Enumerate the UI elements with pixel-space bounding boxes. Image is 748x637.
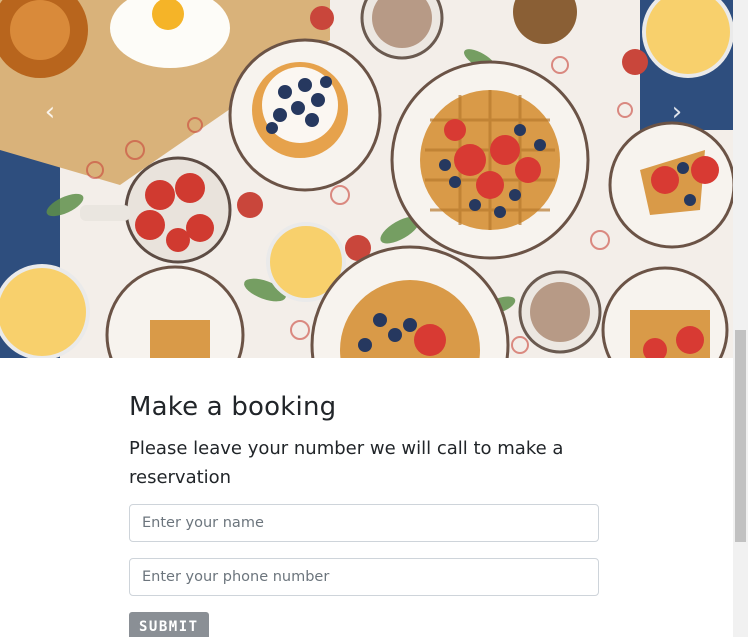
- hero-carousel: ‹ ›: [0, 0, 733, 358]
- booking-description: Please leave your number we will call to…: [129, 438, 564, 488]
- page-scrollbar[interactable]: [733, 0, 748, 637]
- phone-input[interactable]: [129, 558, 599, 596]
- page: ‹ › Make a booking Please leave your num…: [0, 0, 748, 637]
- booking-title: Make a booking: [129, 392, 337, 422]
- chevron-right-icon[interactable]: ›: [667, 98, 687, 126]
- name-input[interactable]: [129, 504, 599, 542]
- submit-button[interactable]: SUBMIT: [129, 612, 209, 637]
- scrollbar-thumb[interactable]: [735, 330, 746, 542]
- booking-section: Make a booking Please leave your number …: [129, 390, 599, 637]
- hero-image: [0, 0, 733, 358]
- chevron-left-icon[interactable]: ‹: [40, 98, 60, 126]
